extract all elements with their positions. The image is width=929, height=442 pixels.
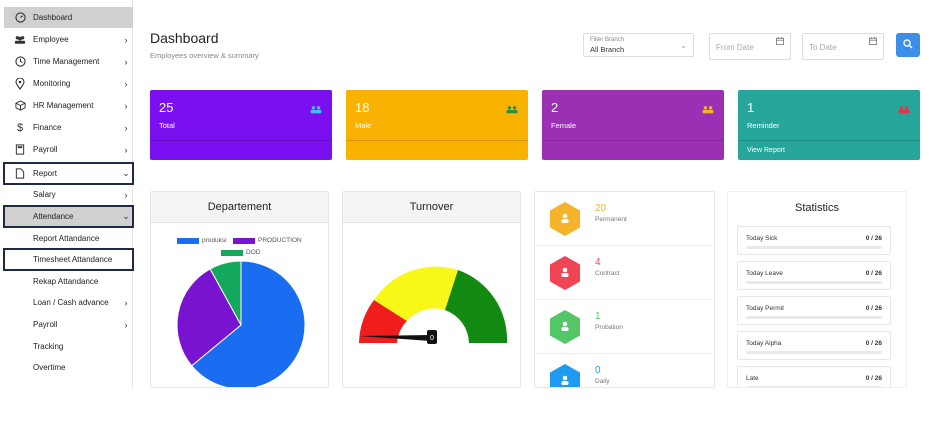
calculator-icon (14, 144, 26, 156)
total-label: Total (159, 121, 175, 130)
sidebar-item-employee[interactable]: Employee › (4, 29, 133, 50)
male-card: 18 Male (346, 90, 528, 160)
to-date-input[interactable]: To Date (802, 33, 884, 60)
document-icon (14, 168, 26, 180)
stat-row-today-sick: Today Sick 0 / 26 (737, 226, 891, 255)
cube-icon (14, 100, 26, 112)
clock-icon (14, 56, 26, 68)
branch-filter-caption: Filter Branch (590, 37, 625, 43)
stat-row-today-permit: Today Permit 0 / 26 (737, 296, 891, 325)
chevron-right-icon: › (124, 297, 128, 308)
total-value: 25 (159, 100, 174, 115)
chevron-right-icon: › (124, 56, 128, 67)
chevron-right-icon: › (124, 144, 128, 155)
reminder-value: 1 (747, 100, 755, 115)
stat-row-today-alpha: Today Alpha 0 / 26 (737, 331, 891, 360)
chevron-down-icon: ⌄ (122, 168, 130, 178)
users-icon (14, 34, 26, 46)
view-report-link[interactable]: View Report (747, 147, 785, 154)
female-label: Female (551, 121, 577, 130)
branch-filter-select[interactable]: Filter Branch All Branch ⌄ (583, 33, 694, 57)
female-card: 2 Female (542, 90, 724, 160)
chevron-right-icon: › (124, 34, 128, 45)
sidebar-item-finance[interactable]: $ Finance › (4, 117, 133, 138)
sidebar-subitem-tracking[interactable]: Tracking (4, 336, 133, 357)
branch-filter-value: All Branch (590, 45, 625, 54)
page-title: Dashboard (150, 30, 219, 46)
chevron-right-icon: › (124, 122, 128, 133)
sidebar-subitem-overtime[interactable]: Overtime (4, 357, 133, 378)
user-icon (550, 202, 580, 236)
status-row-daily: 0 Daily (535, 354, 714, 387)
status-row-probation: 1 Probation (535, 300, 714, 354)
sidebar-item-monitoring[interactable]: Monitoring › (4, 73, 133, 94)
dollar-icon: $ (16, 121, 24, 134)
sidebar: Dashboard Employee › Time Management › M… (0, 0, 134, 388)
stat-row-today-leave: Today Leave 0 / 26 (737, 261, 891, 290)
chevron-down-icon: ⌄ (122, 211, 130, 221)
sidebar-item-payroll[interactable]: Payroll › (4, 139, 133, 160)
sidebar-item-hr-management[interactable]: HR Management › (4, 95, 133, 116)
chevron-right-icon: › (124, 100, 128, 111)
user-icon (550, 364, 580, 387)
turnover-gauge: 0 (359, 266, 508, 344)
sidebar-subitem-loan-cash-advance[interactable]: Loan / Cash advance › (4, 292, 133, 313)
users-icon (310, 105, 322, 117)
gauge-value: 0 (430, 335, 434, 342)
chevron-right-icon: › (124, 319, 128, 330)
sidebar-subitem-report-attandance[interactable]: Report Attandance (4, 228, 133, 249)
from-date-input[interactable]: From Date (709, 33, 791, 60)
sidebar-subitem-timesheet-attandance[interactable]: Timesheet Attandance (3, 248, 134, 271)
sidebar-item-dashboard[interactable]: Dashboard (4, 7, 133, 28)
statistics-panel: Statistics Today Sick 0 / 26 Today Leave 0… (727, 191, 907, 388)
sidebar-subitem-rekap-attandance[interactable]: Rekap Attandance (4, 271, 133, 292)
location-pin-icon (14, 77, 26, 90)
department-panel: Departement produksi PRODUCTION DOD (150, 191, 329, 388)
search-icon (903, 36, 913, 54)
female-value: 2 (551, 100, 559, 115)
calendar-icon (776, 37, 784, 47)
users-icon (506, 105, 518, 117)
chevron-right-icon: › (124, 189, 128, 200)
speedometer-icon (14, 12, 26, 24)
male-label: Male (355, 121, 372, 130)
stat-row-late: Late 0 / 26 (737, 366, 891, 387)
page-subtitle: Employees overview & summary (150, 51, 259, 60)
sidebar-item-time-management[interactable]: Time Management › (4, 51, 133, 72)
male-value: 18 (355, 100, 370, 115)
calendar-icon (869, 37, 877, 47)
users-icon (702, 105, 714, 117)
total-card: 25 Total (150, 90, 332, 160)
sidebar-subitem-attendance[interactable]: Attendance ⌄ (3, 205, 134, 228)
statistics-title: Statistics (794, 201, 839, 214)
user-icon (550, 310, 580, 344)
employee-status-panel: 20 Permanent 4 Contract 1 Probation 0 Da… (534, 191, 715, 388)
chevron-right-icon: › (124, 78, 128, 89)
turnover-title: Turnover (343, 192, 520, 223)
user-icon (550, 256, 580, 290)
sidebar-subitem-salary[interactable]: Salary › (4, 184, 133, 205)
sidebar-item-report[interactable]: Report ⌄ (3, 162, 134, 185)
users-icon (898, 105, 910, 117)
sidebar-subitem-payroll[interactable]: Payroll › (4, 314, 133, 335)
reminder-card: 1 Reminder View Report (738, 90, 920, 160)
search-button[interactable] (896, 33, 920, 57)
turnover-panel: Turnover 0 (342, 191, 521, 388)
reminder-label: Reminder (747, 121, 780, 130)
department-pie-chart (176, 260, 306, 387)
chevron-down-icon: ⌄ (680, 41, 687, 50)
status-row-permanent: 20 Permanent (535, 192, 714, 246)
status-row-contract: 4 Contract (535, 246, 714, 300)
